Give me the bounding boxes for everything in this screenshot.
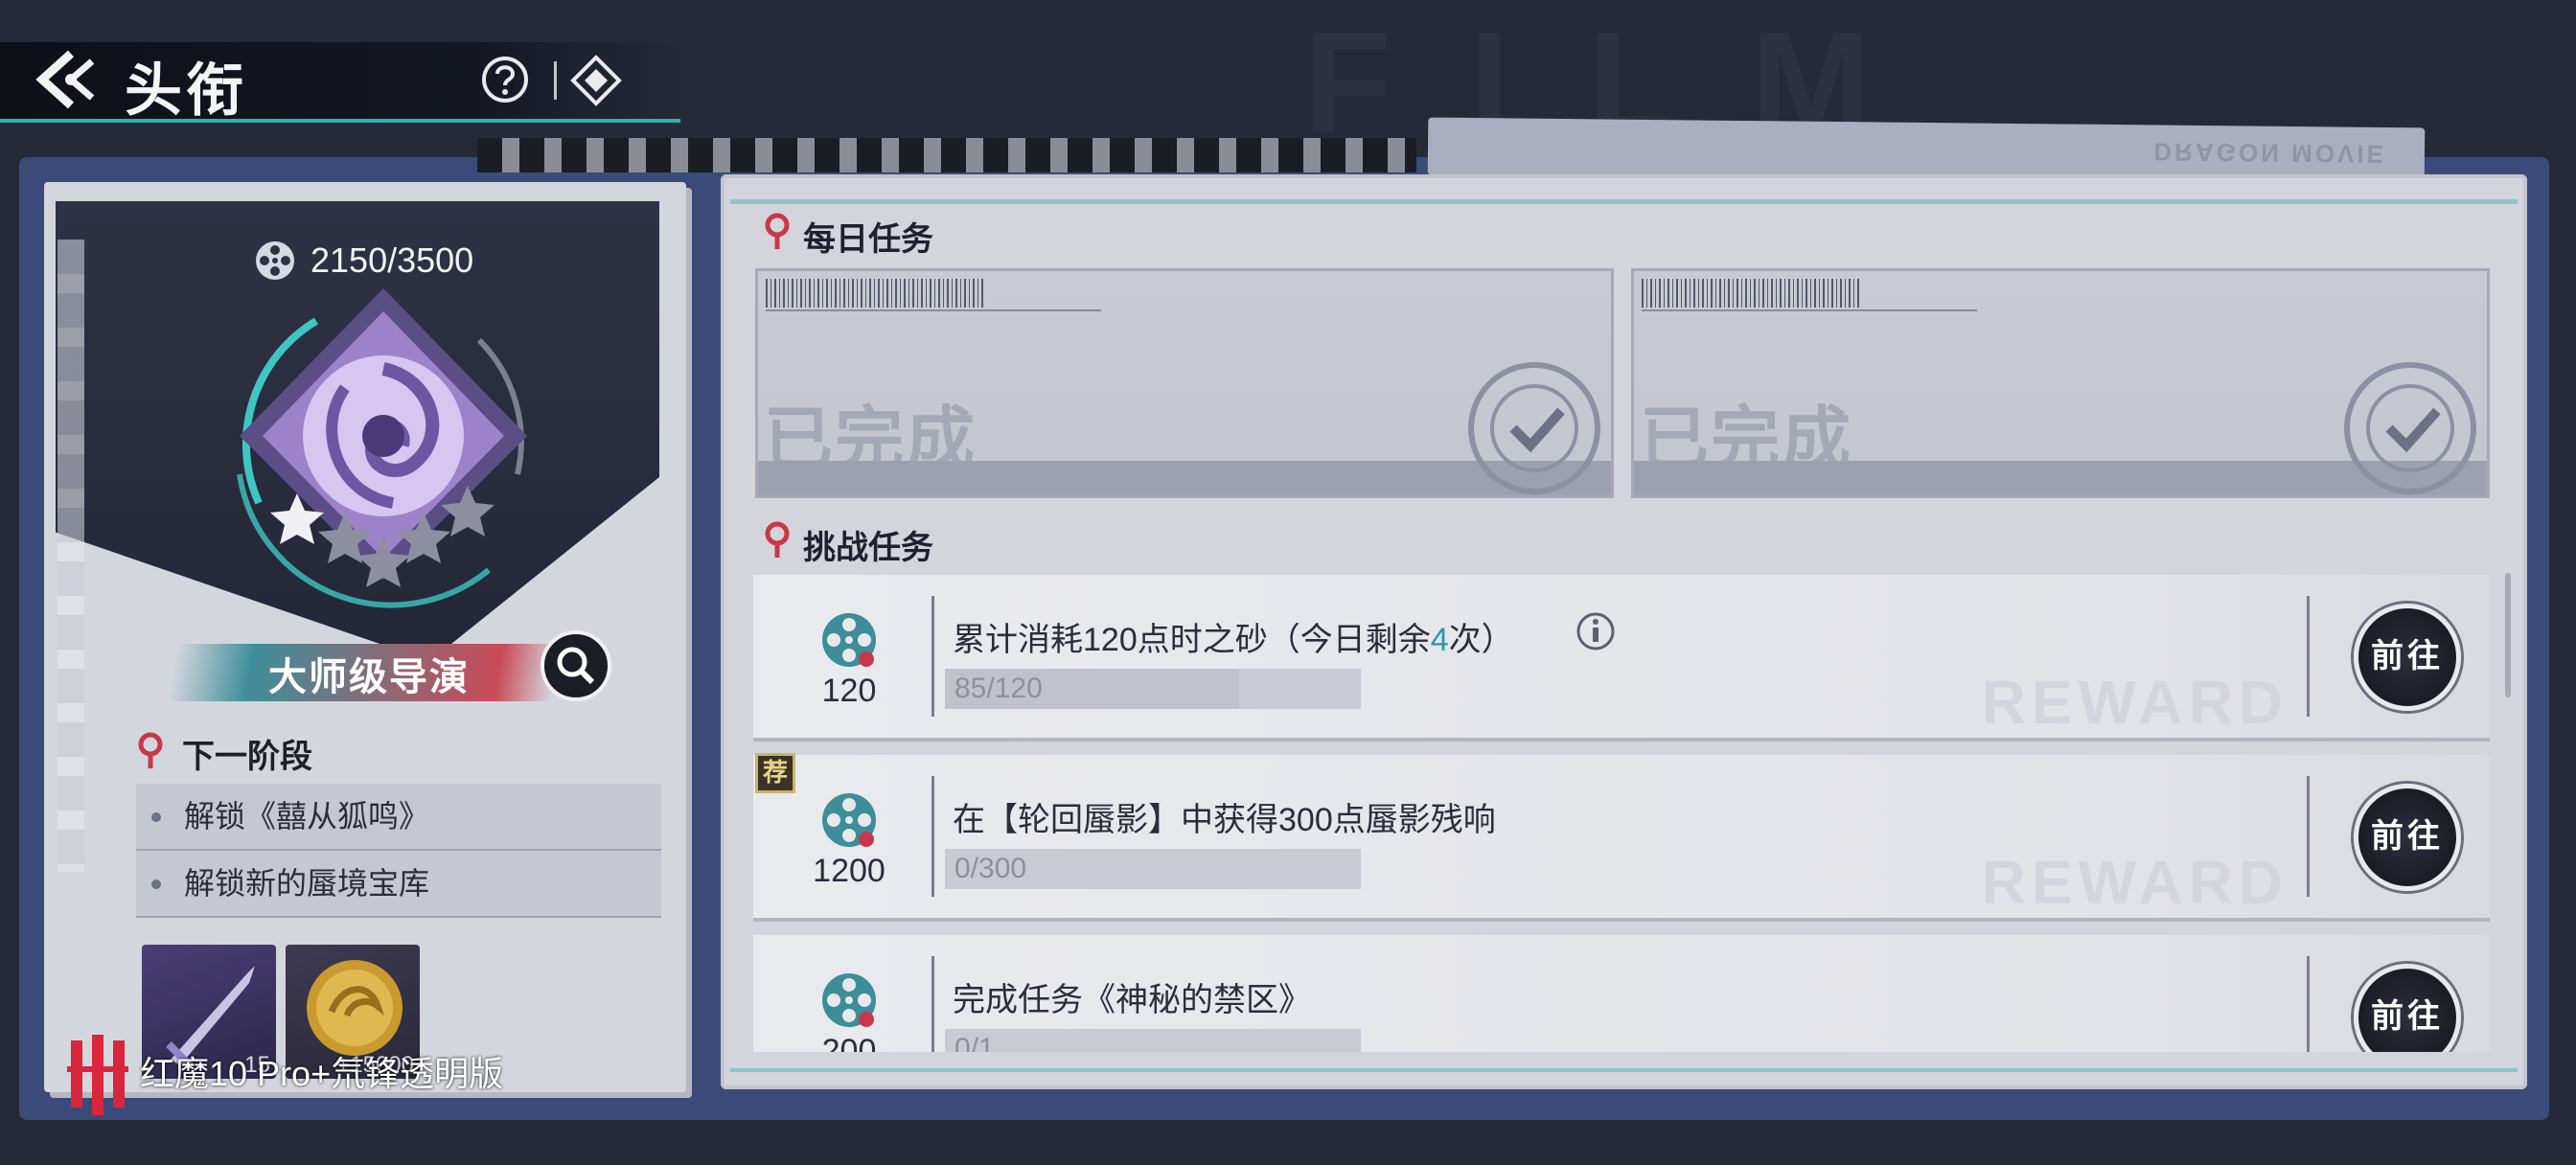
divider bbox=[932, 596, 934, 717]
magnify-button[interactable] bbox=[540, 630, 611, 701]
unlock-item: 解锁新的蜃境宝库 bbox=[136, 851, 661, 918]
task-title: 完成任务《神秘的禁区》 bbox=[953, 973, 1311, 1020]
unlock-list: 解锁《囍从狐鸣》 解锁新的蜃境宝库 bbox=[136, 784, 661, 918]
unlock-item: 解锁《囍从狐鸣》 bbox=[136, 784, 661, 851]
checkmark-stamp-icon bbox=[1468, 362, 1600, 494]
barcode-decoration bbox=[766, 279, 986, 308]
top-bar: 头衔 bbox=[0, 42, 680, 125]
challenge-tasks-title: 挑战任务 bbox=[803, 529, 933, 567]
help-icon[interactable] bbox=[479, 54, 531, 105]
task-row: REWARD 1200 在【轮回蜃影】中获得300点蜃影残响 0/300 前往 bbox=[753, 755, 2490, 918]
task-progress-bar: 85/120 bbox=[945, 669, 1361, 709]
daily-task-card: 已完成 bbox=[1631, 268, 2490, 498]
task-reward-amount: 1200 bbox=[813, 853, 886, 889]
rank-title: 大师级导演 bbox=[268, 654, 470, 699]
magnifier-icon bbox=[557, 647, 595, 685]
task-progress-bar: 0/300 bbox=[945, 849, 1361, 889]
film-edge-decoration bbox=[58, 240, 84, 872]
diamond-menu-icon[interactable] bbox=[569, 54, 623, 107]
task-title-text: 在【轮回蜃影】中获得300点蜃影残响 bbox=[953, 802, 1496, 838]
task-list-scrollbar[interactable] bbox=[2505, 573, 2511, 697]
divider bbox=[2307, 596, 2310, 717]
page-title: 头衔 bbox=[125, 57, 247, 125]
task-title-text: 累计消耗120点时之砂（今日剩余 bbox=[953, 622, 1431, 658]
task-title: 累计消耗120点时之砂（今日剩余4次） bbox=[953, 613, 1514, 660]
barcode-line bbox=[1642, 309, 1977, 311]
divider bbox=[2307, 956, 2310, 1052]
go-button[interactable]: 前往 bbox=[2354, 604, 2461, 711]
divider bbox=[2307, 776, 2310, 897]
location-pin-icon bbox=[138, 732, 163, 768]
info-icon[interactable] bbox=[1576, 611, 1616, 651]
panel-trim-top bbox=[730, 199, 2518, 204]
title-progress: 2150/3500 bbox=[253, 236, 502, 286]
film-reel-icon bbox=[256, 241, 294, 280]
folder-tab-text: DRAGON MOVIE bbox=[2153, 137, 2387, 170]
checkmark-stamp-icon bbox=[2344, 362, 2476, 494]
location-pin-icon bbox=[765, 213, 790, 249]
task-row: REWARD 120 累计消耗120点时之砂（今日剩余4次） 85/120 前往 bbox=[753, 575, 2490, 738]
task-title-suffix: 次） bbox=[1448, 622, 1514, 658]
reward-watermark: REWARD bbox=[1981, 848, 2288, 917]
film-reel-icon bbox=[822, 793, 876, 847]
task-progress-text: 85/120 bbox=[954, 673, 1043, 704]
daily-task-card: 已完成 bbox=[755, 268, 1614, 498]
back-arrow-icon[interactable] bbox=[33, 48, 102, 111]
go-button[interactable]: 前往 bbox=[2354, 784, 2461, 891]
progress-text: 2150/3500 bbox=[310, 240, 474, 280]
task-title-highlight: 4 bbox=[1430, 622, 1449, 658]
film-reel-icon bbox=[822, 973, 876, 1027]
task-row: 200 完成任务《神秘的禁区》 0/1 前往 bbox=[753, 935, 2490, 1052]
device-watermark: 红魔10 Pro+氘锋透明版 bbox=[140, 1054, 504, 1093]
film-strip-decoration bbox=[477, 138, 1416, 172]
daily-tasks-title: 每日任务 bbox=[803, 220, 933, 259]
location-pin-icon bbox=[765, 521, 790, 558]
film-reel-icon bbox=[822, 613, 876, 667]
task-reward-amount: 200 bbox=[821, 1033, 877, 1052]
task-progress-text: 0/300 bbox=[954, 853, 1027, 884]
barcode-decoration bbox=[1642, 279, 1862, 308]
next-stage-title: 下一阶段 bbox=[182, 738, 312, 776]
reward-watermark: REWARD bbox=[1981, 668, 2288, 737]
rank-emblem-icon bbox=[237, 288, 527, 608]
divider bbox=[932, 956, 934, 1052]
recommended-badge: 荐 bbox=[755, 753, 795, 793]
task-reward-amount: 120 bbox=[821, 673, 877, 709]
task-title: 在【轮回蜃影】中获得300点蜃影残响 bbox=[953, 793, 1496, 840]
barcode-line bbox=[766, 309, 1101, 311]
task-progress-bar: 0/1 bbox=[945, 1029, 1361, 1052]
go-button[interactable]: 前往 bbox=[2354, 964, 2461, 1052]
panel-trim-bottom bbox=[730, 1068, 2518, 1072]
task-progress-text: 0/1 bbox=[954, 1033, 995, 1052]
divider bbox=[932, 776, 934, 897]
divider bbox=[554, 61, 557, 100]
challenge-task-list: REWARD 120 累计消耗120点时之砂（今日剩余4次） 85/120 前往… bbox=[753, 573, 2490, 1052]
task-title-text: 完成任务《神秘的禁区》 bbox=[953, 982, 1311, 1018]
